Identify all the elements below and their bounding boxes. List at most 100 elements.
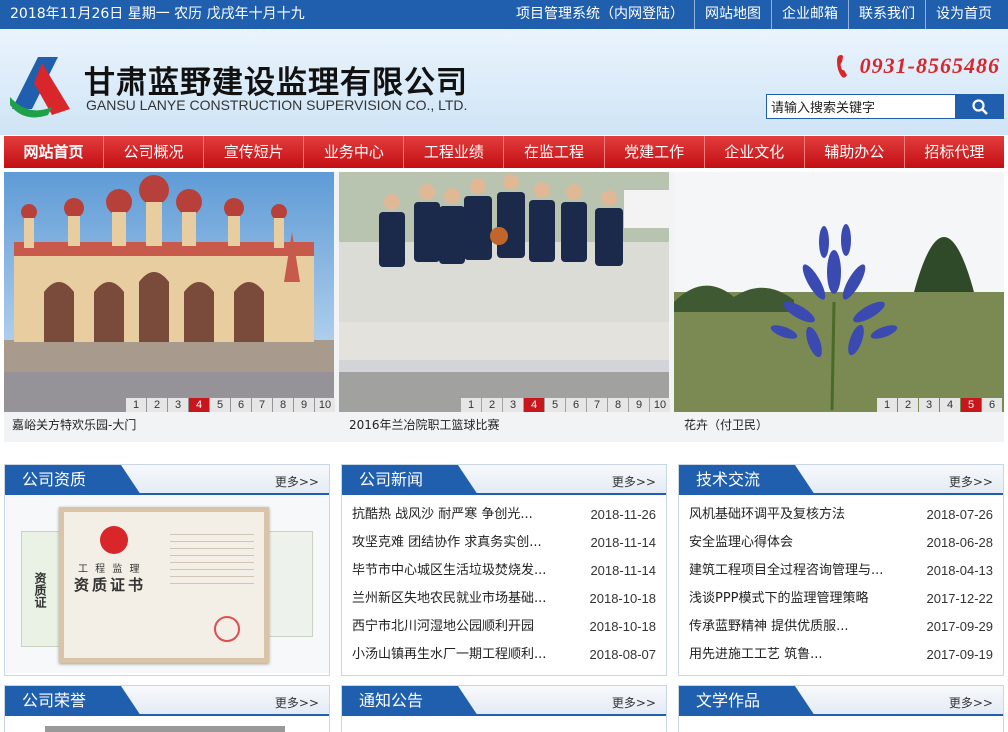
certificate-image[interactable]: 工 程 监 理 资质证书 bbox=[59, 507, 269, 663]
slide1-page-2[interactable]: 2 bbox=[147, 398, 167, 412]
section-qualification: 公司资质 更多>> 资质证 工 程 监 理 资质证书 bbox=[4, 464, 330, 676]
company-name: 甘肃蓝野建设监理有限公司 bbox=[84, 65, 468, 101]
more-link[interactable]: 更多>> bbox=[949, 473, 993, 490]
section-tech: 技术交流 更多>> 风机基础环调平及复核方法 2018-07-26 安全监理心得体… bbox=[678, 464, 1004, 676]
slide2-page-6[interactable]: 6 bbox=[566, 398, 586, 412]
slide2-page-3[interactable]: 3 bbox=[503, 398, 523, 412]
slide1-page-8[interactable]: 8 bbox=[273, 398, 293, 412]
honor-image[interactable] bbox=[45, 726, 285, 732]
slide2-page-1[interactable]: 1 bbox=[461, 398, 481, 412]
slide3-pager: 1 2 3 4 5 6 bbox=[876, 398, 1002, 412]
news-date: 2018-11-14 bbox=[590, 535, 656, 550]
news-date: 2018-08-07 bbox=[589, 647, 657, 662]
phone-text: 0931-8565486 bbox=[859, 53, 1000, 78]
more-link[interactable]: 更多>> bbox=[612, 473, 656, 490]
slide-image-flower[interactable] bbox=[674, 172, 1004, 412]
nav-tender-agency[interactable]: 招标代理 bbox=[903, 136, 1004, 168]
slide2-pager: 1 2 3 4 5 6 7 8 9 10 bbox=[460, 398, 670, 412]
section-title: 技术交流 bbox=[679, 465, 815, 495]
section-title: 公司新闻 bbox=[342, 465, 478, 495]
slide1-page-9[interactable]: 9 bbox=[294, 398, 314, 412]
search-bar bbox=[766, 94, 1004, 119]
slide2-page-2[interactable]: 2 bbox=[482, 398, 502, 412]
list-item: 西宁市北川河湿地公园顺利开园 2018-10-18 bbox=[352, 613, 656, 641]
slide2-page-8[interactable]: 8 bbox=[608, 398, 628, 412]
company-name-en: GANSU LANYE CONSTRUCTION SUPERVISION CO.… bbox=[86, 97, 468, 113]
slide3-caption[interactable]: 花卉（付卫民） bbox=[684, 416, 768, 433]
nav-ongoing-projects[interactable]: 在监工程 bbox=[503, 136, 603, 168]
slide3-page-1[interactable]: 1 bbox=[877, 398, 897, 412]
link-contact-us[interactable]: 联系我们 bbox=[848, 0, 925, 29]
tech-date: 2018-06-28 bbox=[926, 535, 994, 550]
nav-home[interactable]: 网站首页 bbox=[4, 136, 103, 168]
main-nav: 网站首页 公司概况 宣传短片 业务中心 工程业绩 在监工程 党建工作 企业文化 … bbox=[4, 136, 1004, 168]
more-link[interactable]: 更多>> bbox=[949, 694, 993, 711]
slide2-page-10[interactable]: 10 bbox=[650, 398, 670, 412]
tech-title[interactable]: 用先进施工工艺 筑鲁... bbox=[689, 641, 923, 669]
list-item: 兰州新区失地农民就业市场基础... 2018-10-18 bbox=[352, 585, 656, 613]
link-site-map[interactable]: 网站地图 bbox=[694, 0, 771, 29]
link-company-mail[interactable]: 企业邮箱 bbox=[771, 0, 848, 29]
news-title[interactable]: 攻坚克难 团结协作 求真务实创... bbox=[352, 529, 586, 557]
news-title[interactable]: 小汤山镇再生水厂一期工程顺利... bbox=[352, 641, 586, 669]
search-input[interactable] bbox=[766, 94, 956, 119]
slide1-page-4[interactable]: 4 bbox=[189, 398, 209, 412]
nav-promo-video[interactable]: 宣传短片 bbox=[203, 136, 303, 168]
list-item: 建筑工程项目全过程咨询管理与... 2018-04-13 bbox=[689, 557, 993, 585]
tech-date: 2017-09-29 bbox=[926, 619, 994, 634]
link-set-homepage[interactable]: 设为首页 bbox=[925, 0, 1002, 29]
more-link[interactable]: 更多>> bbox=[275, 694, 319, 711]
slide3-page-3[interactable]: 3 bbox=[919, 398, 939, 412]
nav-party-building[interactable]: 党建工作 bbox=[603, 136, 704, 168]
tech-title[interactable]: 传承蓝野精神 提供优质服... bbox=[689, 613, 923, 641]
company-logo[interactable] bbox=[8, 53, 74, 119]
tech-title[interactable]: 建筑工程项目全过程咨询管理与... bbox=[689, 557, 923, 585]
slide2-page-4[interactable]: 4 bbox=[524, 398, 544, 412]
news-title[interactable]: 西宁市北川河湿地公园顺利开园 bbox=[352, 613, 586, 641]
news-title[interactable]: 毕节市中心城区生活垃圾焚烧发... bbox=[352, 557, 586, 585]
slide1-page-7[interactable]: 7 bbox=[252, 398, 272, 412]
certificate-header: 工 程 监 理 bbox=[78, 564, 142, 575]
slide2-page-5[interactable]: 5 bbox=[545, 398, 565, 412]
nav-project-achievements[interactable]: 工程业绩 bbox=[403, 136, 503, 168]
news-date: 2018-10-18 bbox=[589, 619, 657, 634]
tech-title[interactable]: 浅谈PPP模式下的监理管理策略 bbox=[689, 585, 923, 613]
slide2-caption[interactable]: 2016年兰冶院职工篮球比赛 bbox=[349, 416, 500, 433]
nav-business-center[interactable]: 业务中心 bbox=[303, 136, 403, 168]
more-link[interactable]: 更多>> bbox=[612, 694, 656, 711]
slide3-page-5[interactable]: 5 bbox=[961, 398, 981, 412]
slide1-caption[interactable]: 嘉峪关方特欢乐园-大门 bbox=[12, 416, 136, 433]
slide1-page-6[interactable]: 6 bbox=[231, 398, 251, 412]
nav-office-assist[interactable]: 辅助办公 bbox=[803, 136, 904, 168]
slide3-page-4[interactable]: 4 bbox=[940, 398, 960, 412]
certificate-area: 资质证 工 程 监 理 资质证书 bbox=[5, 495, 329, 673]
slide2-page-7[interactable]: 7 bbox=[587, 398, 607, 412]
list-item: 传承蓝野精神 提供优质服... 2017-09-29 bbox=[689, 613, 993, 641]
header: 甘肃蓝野建设监理有限公司 GANSU LANYE CONSTRUCTION SU… bbox=[0, 29, 1008, 135]
link-project-system[interactable]: 项目管理系统（内网登陆） bbox=[506, 0, 694, 29]
slide-image-basketball[interactable] bbox=[339, 172, 669, 412]
list-item: 浅谈PPP模式下的监理管理策略 2017-12-22 bbox=[689, 585, 993, 613]
section-title: 通知公告 bbox=[342, 686, 478, 716]
tech-list: 风机基础环调平及复核方法 2018-07-26 安全监理心得体会 2018-06-2… bbox=[679, 495, 1003, 669]
section-header: 文学作品 更多>> bbox=[679, 686, 1003, 716]
slide1-page-1[interactable]: 1 bbox=[126, 398, 146, 412]
slide1-page-3[interactable]: 3 bbox=[168, 398, 188, 412]
top-bar: 2018年11月26日 星期一 农历 戊戌年十月十九 项目管理系统（内网登陆） … bbox=[0, 0, 1008, 29]
more-link[interactable]: 更多>> bbox=[275, 473, 319, 490]
list-item: 安全监理心得体会 2018-06-28 bbox=[689, 529, 993, 557]
nav-corporate-culture[interactable]: 企业文化 bbox=[703, 136, 804, 168]
slide3-page-2[interactable]: 2 bbox=[898, 398, 918, 412]
nav-company-overview[interactable]: 公司概况 bbox=[103, 136, 203, 168]
tech-title[interactable]: 安全监理心得体会 bbox=[689, 529, 923, 557]
slide1-page-10[interactable]: 10 bbox=[315, 398, 335, 412]
slide2-page-9[interactable]: 9 bbox=[629, 398, 649, 412]
slide-image-castle[interactable] bbox=[4, 172, 334, 412]
slide3-page-6[interactable]: 6 bbox=[982, 398, 1002, 412]
news-date: 2018-11-14 bbox=[590, 563, 656, 578]
search-button[interactable] bbox=[956, 94, 1004, 119]
news-title[interactable]: 抗酷热 战风沙 耐严寒 争创光... bbox=[352, 501, 586, 529]
tech-title[interactable]: 风机基础环调平及复核方法 bbox=[689, 501, 923, 529]
slide1-page-5[interactable]: 5 bbox=[210, 398, 230, 412]
news-title[interactable]: 兰州新区失地农民就业市场基础... bbox=[352, 585, 586, 613]
